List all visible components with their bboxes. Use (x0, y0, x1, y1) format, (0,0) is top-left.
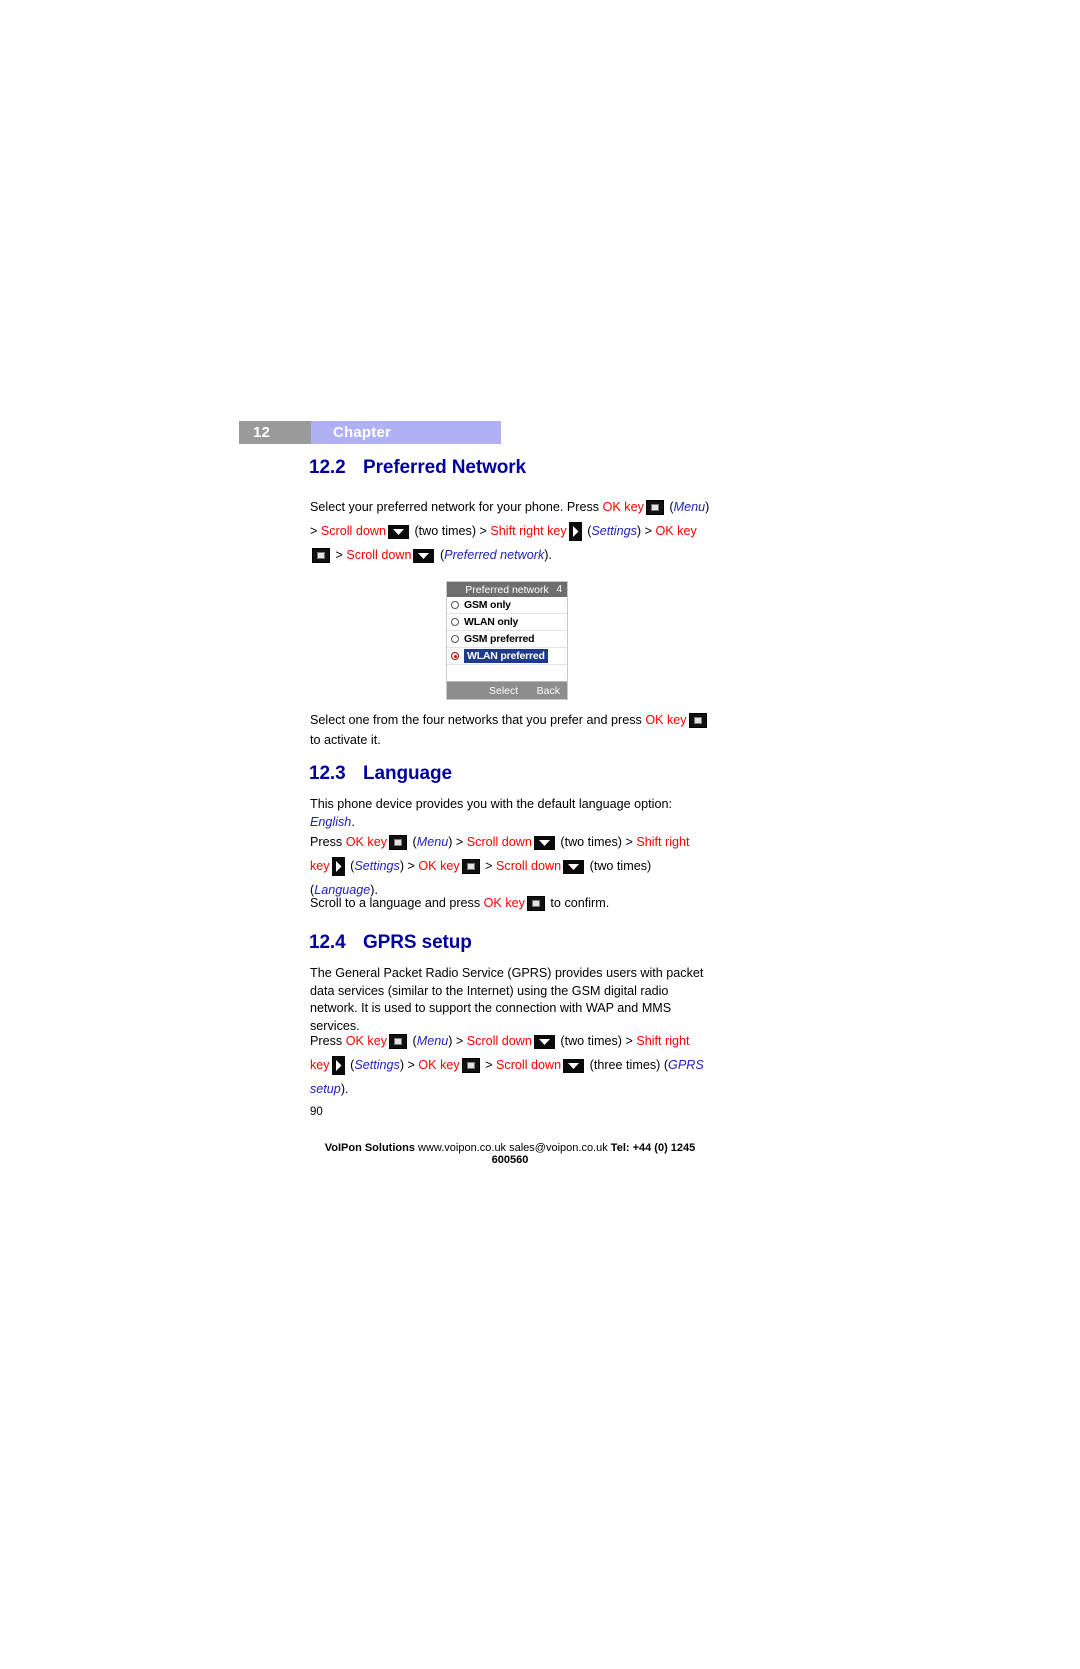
ok-key-icon-2 (461, 859, 480, 874)
language-default: English (310, 814, 352, 829)
phone-title-bar: Preferred network 4 (447, 582, 567, 597)
softkey-back[interactable]: Back (537, 685, 560, 697)
heading-number: 12.3 (309, 763, 346, 784)
shift-right-icon (568, 522, 582, 541)
ok-key-label-3: OK key (645, 713, 687, 727)
scroll-down-label-2: Scroll down (496, 859, 562, 873)
preferred-network-steps: Select your preferred network for your p… (310, 500, 710, 563)
ok-key-icon (645, 500, 664, 515)
heading-gprs-setup: 12.4 GPRS setup (309, 932, 472, 954)
menu-label: Menu (416, 1034, 449, 1048)
list-item[interactable]: WLAN only (447, 614, 567, 631)
confirm-prefix: Scroll to a language and press (310, 896, 484, 910)
shift-right-icon (331, 1056, 345, 1075)
settings-label: Settings (354, 1058, 400, 1072)
step-intro: Select your preferred network for your p… (310, 500, 603, 514)
softkey-select[interactable]: Select (489, 685, 518, 697)
two-times: (two times) (560, 835, 622, 849)
preferred-network-activate-text: Select one from the four networks that y… (310, 710, 710, 750)
gprs-body-text: The General Packet Radio Service (GPRS) … (310, 966, 704, 1033)
option-label: WLAN only (464, 616, 519, 628)
phone-screenshot: Preferred network 4 GSM only WLAN only G… (446, 581, 568, 700)
heading-language: 12.3 Language (309, 763, 452, 785)
phone-softkey-bar: Select Back (447, 681, 567, 699)
page-number: 90 (310, 1106, 323, 1118)
phone-title-text: Preferred network (465, 583, 549, 596)
activate-suffix: to activate it. (310, 733, 381, 747)
phone-option-list: GSM only WLAN only GSM preferred WLAN pr… (447, 597, 567, 665)
scroll-down-icon (387, 525, 409, 539)
scroll-down-icon-2 (563, 860, 585, 874)
preferred-network-label: Preferred network (444, 548, 545, 562)
phone-title-count: 4 (556, 584, 562, 595)
document-page: 12 Chapter 12.2 Preferred Network Select … (0, 0, 1080, 1669)
option-label: GSM preferred (464, 633, 535, 645)
shift-right-icon (331, 857, 345, 876)
list-item[interactable]: GSM preferred (447, 631, 567, 648)
heading-text: Language (363, 763, 452, 784)
chapter-number: 12 (239, 421, 311, 444)
ok-key-icon-2 (461, 1058, 480, 1073)
ok-key-label: OK key (602, 500, 644, 514)
ok-key-label: OK key (345, 835, 387, 849)
two-times: (two times) (560, 1034, 622, 1048)
language-body: This phone device provides you with the … (310, 797, 672, 811)
scroll-down-icon-2 (413, 549, 435, 563)
shift-right-key-label: Shift right key (490, 524, 567, 538)
two-times-1: (two times) (414, 524, 477, 538)
language-body-text: This phone device provides you with the … (310, 797, 672, 829)
radio-icon[interactable] (451, 635, 459, 643)
radio-icon[interactable] (451, 618, 459, 626)
ok-key-label-2: OK key (655, 524, 697, 538)
ok-key-icon-3 (688, 713, 707, 728)
ok-key-icon (389, 1034, 407, 1049)
scroll-down-label-2: Scroll down (496, 1058, 562, 1072)
ok-key-label-2: OK key (418, 1058, 460, 1072)
gprs-steps: Press OK key (Menu) > Scroll down (two t… (310, 1034, 704, 1096)
menu-label: Menu (673, 500, 706, 514)
confirm-suffix: to confirm. (546, 896, 610, 910)
settings-label: Settings (354, 859, 400, 873)
scroll-down-label: Scroll down (466, 835, 532, 849)
ok-key-label-3: OK key (483, 896, 525, 910)
ok-key-icon-3 (526, 896, 545, 911)
heading-preferred-network: 12.2 Preferred Network (309, 457, 526, 479)
three-times: (three times) (589, 1058, 661, 1072)
press-label: Press (310, 1034, 346, 1048)
settings-label: Settings (591, 524, 637, 538)
phone-blank-area (447, 665, 567, 681)
heading-text: Preferred Network (363, 457, 527, 478)
heading-number: 12.4 (309, 932, 346, 953)
scroll-down-icon (533, 1035, 555, 1049)
menu-label: Menu (416, 835, 449, 849)
heading-number: 12.2 (309, 457, 346, 478)
language-confirm-text: Scroll to a language and press OK key to… (310, 893, 710, 913)
two-times-2: (two times) (589, 859, 652, 873)
scroll-down-icon-2 (563, 1059, 585, 1073)
chapter-label: Chapter (311, 421, 501, 444)
radio-icon[interactable] (451, 601, 459, 609)
ok-key-label: OK key (345, 1034, 387, 1048)
option-label: WLAN preferred (464, 649, 548, 663)
scroll-down-label: Scroll down (466, 1034, 532, 1048)
scroll-down-label-2: Scroll down (346, 548, 412, 562)
option-label: GSM only (464, 599, 511, 611)
footer-website: www.voipon.co.uk (418, 1142, 507, 1154)
list-item[interactable]: GSM only (447, 597, 567, 614)
language-steps: Press OK key (Menu) > Scroll down (two t… (310, 835, 690, 897)
footer-email: sales@voipon.co.uk (509, 1142, 608, 1154)
scroll-down-label: Scroll down (320, 524, 386, 538)
heading-text: GPRS setup (363, 932, 472, 953)
ok-key-label-2: OK key (418, 859, 460, 873)
press-label: Press (310, 835, 346, 849)
scroll-down-icon (533, 836, 555, 850)
activate-prefix: Select one from the four networks that y… (310, 713, 646, 727)
radio-icon-selected[interactable] (451, 652, 459, 660)
footer-contact: VoIPon Solutions www.voipon.co.uk sales@… (310, 1142, 710, 1166)
list-item-selected[interactable]: WLAN preferred (447, 648, 567, 665)
footer-company: VoIPon Solutions (324, 1142, 415, 1154)
ok-key-icon (389, 835, 407, 850)
ok-key-icon-2 (312, 548, 330, 563)
chapter-header-bar: 12 Chapter (239, 421, 501, 444)
